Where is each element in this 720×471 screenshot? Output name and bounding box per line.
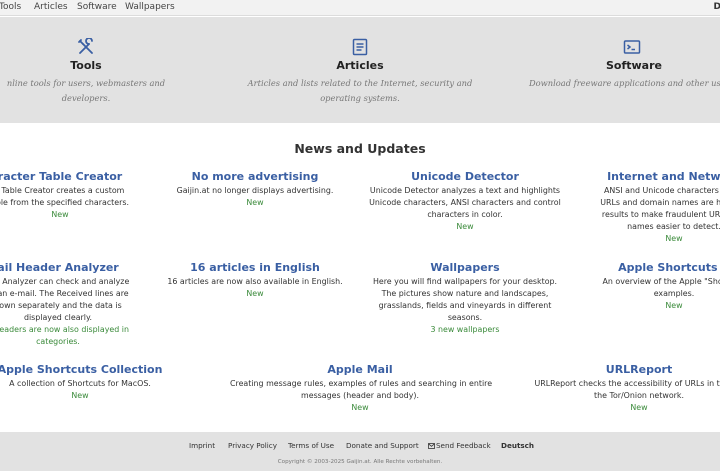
news-item-badge: New	[665, 234, 683, 243]
news-item-badge: New	[71, 391, 89, 400]
footer-link-imprint[interactable]: Imprint	[189, 441, 215, 450]
language-switch[interactable]: D	[714, 2, 720, 12]
news-item[interactable]: Wallpapers Here you will find wallpapers…	[365, 261, 565, 336]
news-item-badge: New	[665, 301, 683, 310]
top-navigation: Tools Articles Software Wallpapers D	[0, 0, 720, 16]
news-item-badge: 3 new wallpapers	[430, 325, 500, 334]
news-item-badge: New	[246, 289, 264, 298]
news-item[interactable]: Unicode Detector Unicode Detector analyz…	[365, 170, 565, 233]
news-item[interactable]: ail Header Analyzer der Analyzer can che…	[0, 261, 150, 348]
hero-articles-desc: Articles and lists related to the Intern…	[247, 78, 473, 103]
news-item[interactable]: Apple Mail Creating message rules, examp…	[230, 363, 493, 414]
news-item-title[interactable]: 16 articles in English	[155, 261, 355, 275]
news-item[interactable]: No more advertising Gaijin.at no longer …	[165, 170, 345, 209]
news-item-title[interactable]: Unicode Detector	[365, 170, 565, 184]
document-icon	[352, 38, 368, 56]
news-item[interactable]: Apple Shortcuts Collection A collection …	[0, 363, 170, 402]
news-item-title[interactable]: Apple Shortcuts A	[580, 261, 720, 275]
nav-link-wallpapers[interactable]: Wallpapers	[125, 2, 175, 12]
news-item[interactable]: racter Table Creator r Table Creator cre…	[0, 170, 150, 221]
news-item-title[interactable]: Wallpapers	[365, 261, 565, 275]
news-item-title[interactable]: Internet and Network	[580, 170, 720, 184]
news-item-desc: Here you will find wallpapers for your d…	[372, 277, 558, 322]
footer-link-feedback[interactable]: Send Feedback	[428, 441, 491, 450]
news-item-title[interactable]: ail Header Analyzer	[0, 261, 150, 275]
news-heading: News and Updates	[294, 141, 426, 156]
news-item-title[interactable]: No more advertising	[165, 170, 345, 184]
nav-link-tools[interactable]: Tools	[0, 2, 21, 12]
news-item[interactable]: Apple Shortcuts A An overview of the App…	[580, 261, 720, 312]
footer-link-language[interactable]: Deutsch	[501, 441, 534, 450]
news-item-desc: Creating message rules, examples of rule…	[230, 379, 493, 400]
copyright-notice: Copyright © 2003-2025 Gaijin.at. Alle Re…	[277, 459, 443, 465]
news-item-desc: der Analyzer can check and analyze of an…	[0, 277, 130, 322]
nav-link-software[interactable]: Software	[77, 2, 117, 12]
news-item-title[interactable]: URLReport	[516, 363, 720, 377]
footer-link-privacy[interactable]: Privacy Policy	[228, 441, 277, 450]
news-item-badge: New	[351, 403, 369, 412]
hero-section: Tools nline tools for users, webmasters …	[0, 17, 720, 123]
news-item-title[interactable]: racter Table Creator	[0, 170, 150, 184]
news-item-desc: URLReport checks the accessibility of UR…	[534, 379, 720, 400]
tools-icon	[78, 38, 93, 54]
hero-tools-title: Tools	[70, 59, 102, 72]
news-item-badge: New	[51, 210, 69, 219]
news-item-badge: New	[456, 222, 474, 231]
news-item-desc: Unicode Detector analyzes a text and hig…	[369, 186, 561, 219]
news-item-desc: ANSI and Unicode characters in the URLs …	[600, 186, 720, 231]
hero-articles-title: Articles	[336, 59, 384, 72]
news-item-title[interactable]: Apple Shortcuts Collection	[0, 363, 170, 377]
hero-tools-desc: nline tools for users, webmasters and de…	[6, 78, 166, 103]
news-item-desc: 16 articles are now also available in En…	[167, 277, 343, 286]
news-item-desc: A collection of Shortcuts for MacOS.	[9, 379, 151, 388]
footer-link-donate[interactable]: Donate and Support	[346, 441, 419, 450]
news-item-badge: categories.	[36, 337, 80, 346]
footer-link-terms[interactable]: Terms of Use	[288, 441, 334, 450]
news-item[interactable]: URLReport URLReport checks the accessibi…	[516, 363, 720, 414]
terminal-icon	[623, 40, 641, 54]
hero-software-title: Software	[606, 59, 662, 72]
news-item-desc: Gaijin.at no longer displays advertising…	[176, 186, 334, 195]
news-item-badge: New	[246, 198, 264, 207]
footer: Imprint Privacy Policy Terms of Use Dona…	[0, 432, 720, 471]
mail-icon	[428, 442, 435, 449]
news-item[interactable]: Internet and Network ANSI and Unicode ch…	[580, 170, 720, 245]
news-item[interactable]: 16 articles in English 16 articles are n…	[155, 261, 355, 300]
news-item-desc: r Table Creator creates a custom able fr…	[0, 186, 129, 207]
news-item-desc: An overview of the Apple "Shortcuts exam…	[602, 277, 720, 298]
news-item-title[interactable]: Apple Mail	[230, 363, 490, 377]
news-item-badge: e headers are now also displayed in	[0, 325, 129, 334]
nav-link-articles[interactable]: Articles	[34, 2, 68, 12]
hero-software-desc: Download freeware applications and other…	[529, 78, 720, 88]
news-item-badge: New	[630, 403, 648, 412]
